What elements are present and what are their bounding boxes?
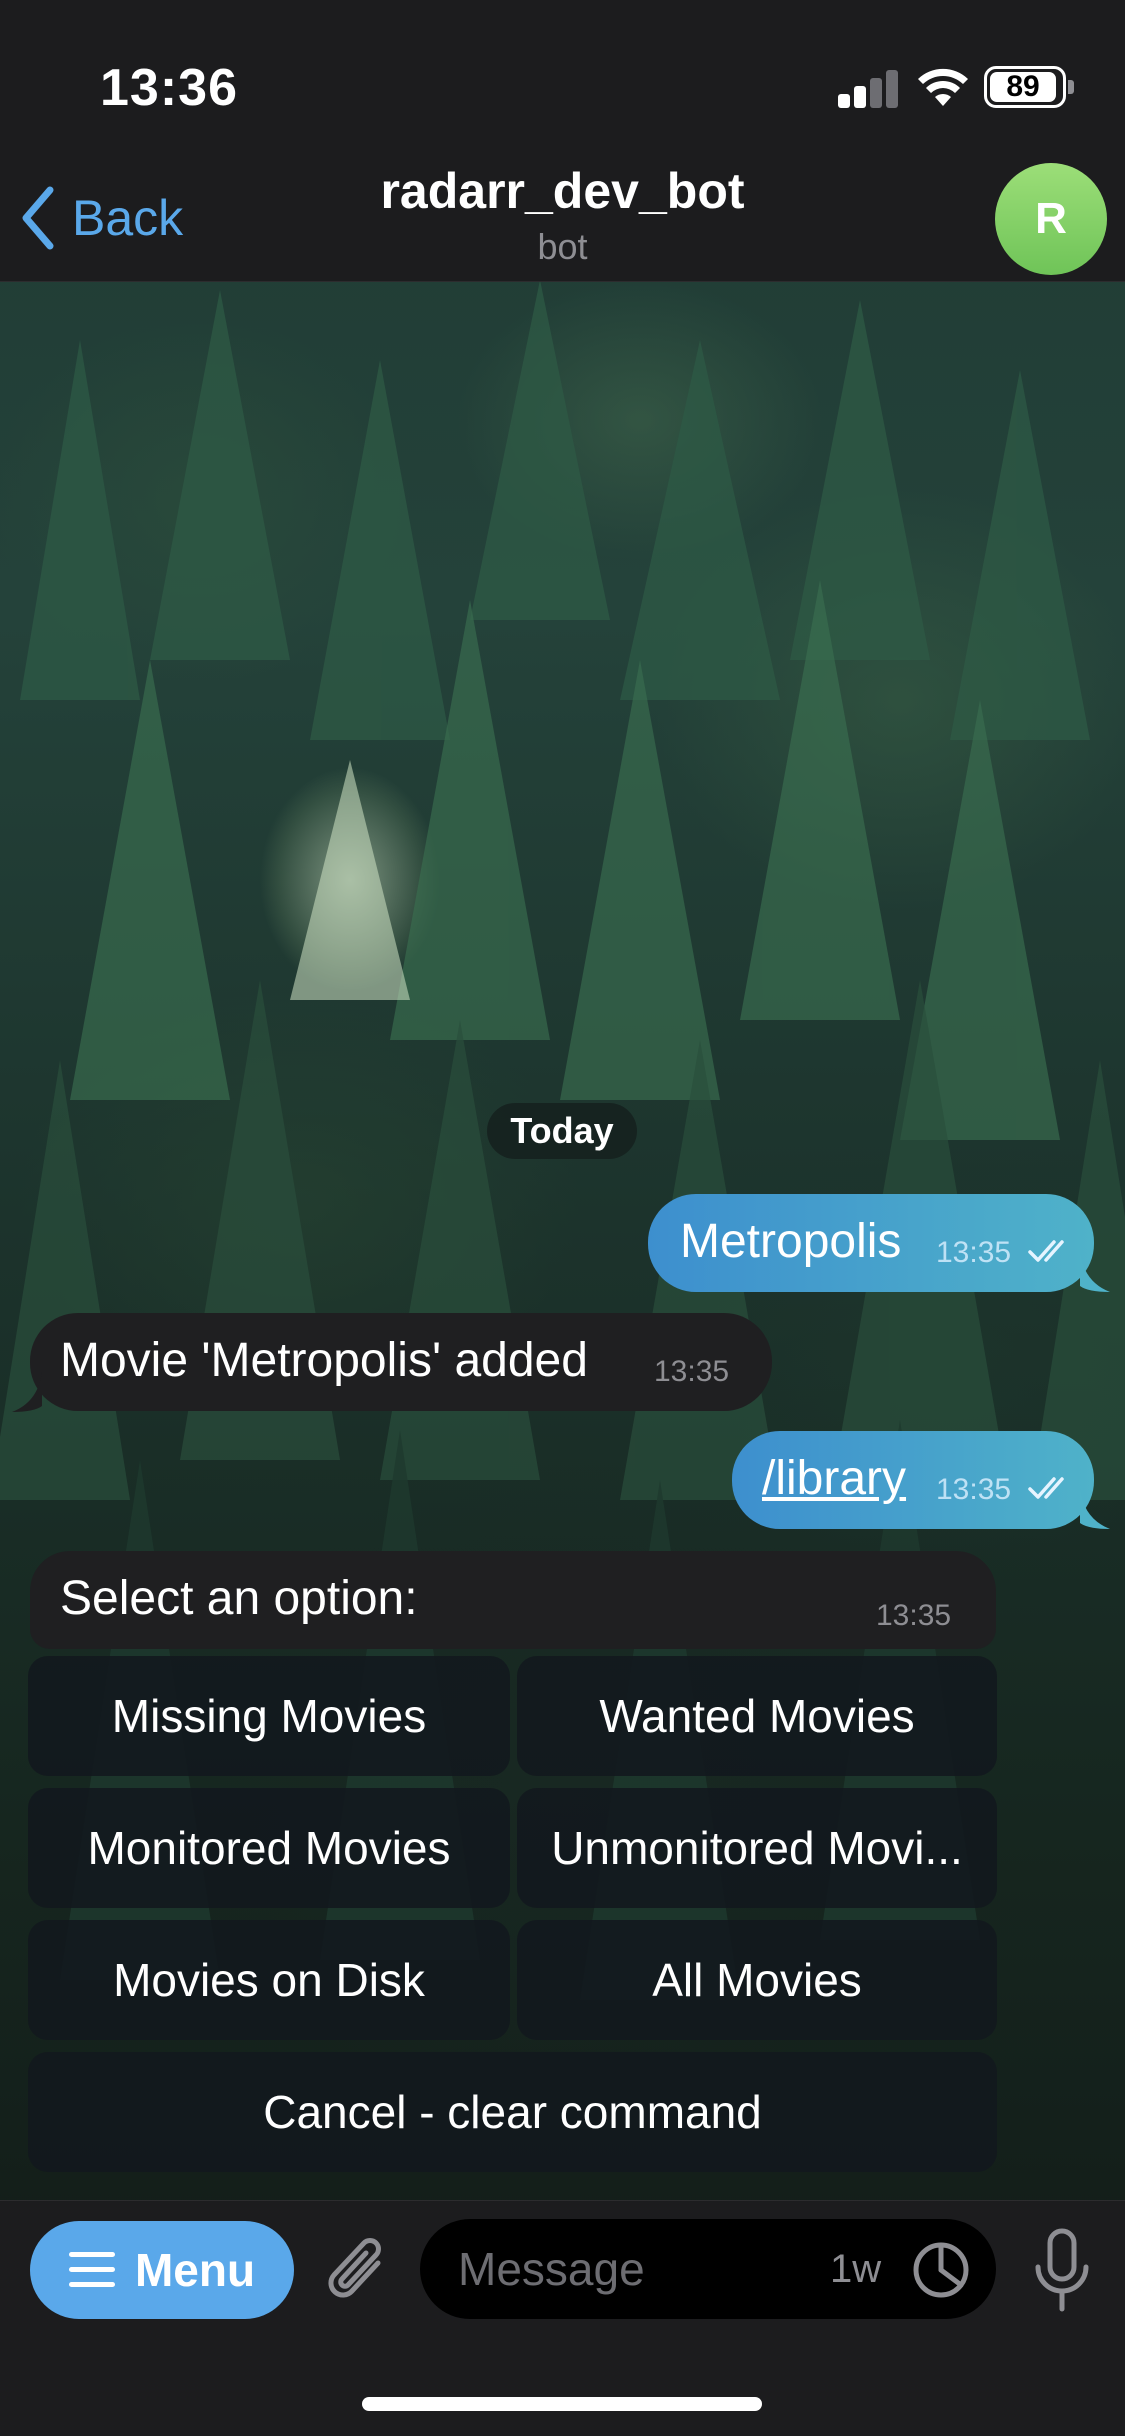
message-input[interactable] [458, 2219, 818, 2319]
microphone-icon[interactable] [1030, 2227, 1094, 2315]
cellular-signal-icon [838, 70, 900, 108]
bot-menu-button[interactable]: Menu [30, 2221, 294, 2319]
keyboard-button-monitored-movies[interactable]: Monitored Movies [28, 1788, 510, 1908]
keyboard-button-wanted-movies[interactable]: Wanted Movies [517, 1656, 997, 1776]
message-text: Select an option: [60, 1572, 418, 1625]
battery-level: 89 [990, 72, 1056, 102]
auto-delete-timer-label: 1w [830, 2247, 882, 2291]
message-command-link[interactable]: /library [762, 1451, 906, 1506]
keyboard-button-cancel[interactable]: Cancel - clear command [28, 2052, 997, 2172]
keyboard-button-all-movies[interactable]: All Movies [517, 1920, 997, 2040]
keyboard-button-movies-on-disk[interactable]: Movies on Disk [28, 1920, 510, 2040]
message-time: 13:35 [876, 1599, 952, 1632]
message-time: 13:35 [936, 1473, 1012, 1506]
wifi-icon [918, 68, 968, 106]
chat-title[interactable]: radarr_dev_bot [0, 162, 1125, 220]
message-time: 13:35 [654, 1355, 730, 1388]
incoming-message[interactable]: Movie 'Metropolis' added 13:35 [30, 1313, 772, 1411]
menu-label: Menu [134, 2244, 256, 2296]
bot-avatar[interactable]: R [995, 163, 1107, 275]
read-receipt-icon [1028, 1477, 1064, 1499]
home-indicator [362, 2397, 762, 2411]
chat-subtitle: bot [537, 226, 588, 267]
date-separator: Today [487, 1103, 637, 1159]
bubble-tail [1080, 1489, 1110, 1529]
bubble-tail [1080, 1252, 1110, 1292]
message-text: Movie 'Metropolis' added [60, 1334, 588, 1387]
chat-header: Back radarr_dev_bot bot R [0, 150, 1125, 282]
message-time: 13:35 [936, 1236, 1012, 1269]
read-receipt-icon [1028, 1240, 1064, 1262]
incoming-message[interactable]: Select an option: 13:35 [30, 1551, 996, 1649]
status-bar: 13:36 89 [0, 0, 1125, 150]
menu-icon [68, 2252, 115, 2287]
status-time: 13:36 [100, 59, 238, 117]
outgoing-message[interactable]: Metropolis 13:35 [648, 1194, 1094, 1292]
keyboard-button-unmonitored-movies[interactable]: Unmonitored Movi... [517, 1788, 997, 1908]
message-text: Metropolis [680, 1215, 902, 1268]
battery-nub [1068, 80, 1074, 94]
outgoing-message[interactable]: /library 13:35 [732, 1431, 1094, 1529]
paperclip-icon[interactable] [322, 2233, 394, 2309]
keyboard-button-missing-movies[interactable]: Missing Movies [28, 1656, 510, 1776]
battery-icon: 89 [984, 66, 1066, 108]
message-field[interactable]: 1w [420, 2219, 996, 2319]
bubble-tail [12, 1372, 42, 1412]
timer-icon[interactable] [912, 2241, 970, 2299]
